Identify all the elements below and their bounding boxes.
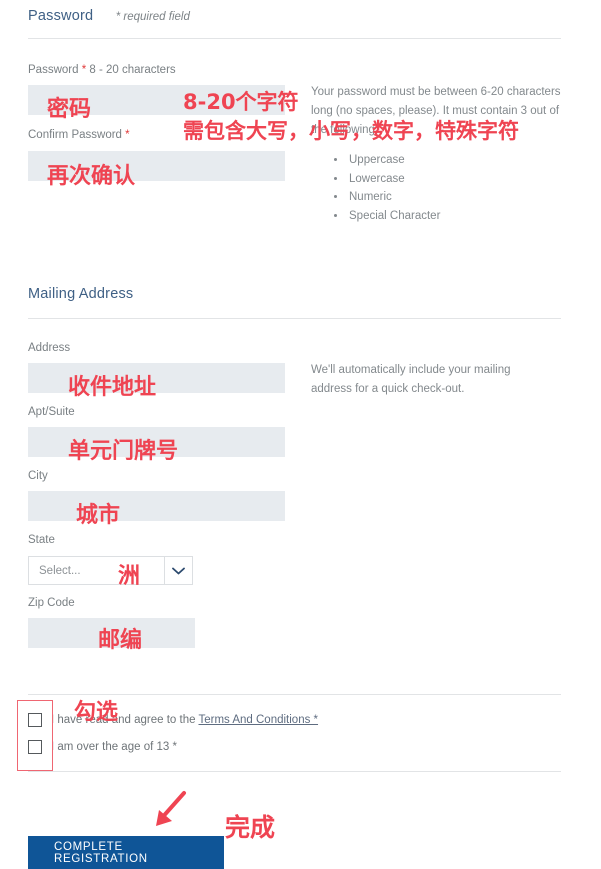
- terms-agreement-label: I have read and agree to the Terms And C…: [51, 714, 319, 726]
- agreements-bottom-divider: [28, 771, 561, 772]
- state-field-label: State: [28, 534, 55, 546]
- list-item: Special Character: [347, 207, 440, 226]
- confirm-password-input[interactable]: [28, 151, 285, 181]
- zip-code-input[interactable]: [28, 618, 195, 648]
- list-item: Lowercase: [347, 170, 440, 189]
- password-requirements-list: Uppercase Lowercase Numeric Special Char…: [331, 151, 440, 225]
- address-input[interactable]: [28, 363, 285, 393]
- zip-code-field-label: Zip Code: [28, 597, 75, 609]
- age-agreement-row[interactable]: I am over the age of 13 *: [28, 740, 177, 754]
- password-section-divider: [28, 38, 561, 39]
- mailing-address-section-header: Mailing Address: [28, 285, 561, 303]
- password-field-label: Password * 8 - 20 characters: [28, 64, 176, 76]
- mailing-address-section-divider: [28, 318, 561, 319]
- terms-checkbox[interactable]: [28, 713, 42, 727]
- terms-and-conditions-link[interactable]: Terms And Conditions *: [198, 714, 318, 726]
- state-select-value: Select...: [39, 564, 81, 577]
- list-item: Uppercase: [347, 151, 440, 170]
- age-agreement-label: I am over the age of 13 *: [51, 741, 177, 753]
- age-checkbox[interactable]: [28, 740, 42, 754]
- password-help-text: Your password must be between 6-20 chara…: [311, 86, 561, 136]
- chevron-down-icon[interactable]: [164, 557, 192, 584]
- required-field-note: * required field: [115, 11, 190, 23]
- mailing-address-help-text: We'll automatically include your mailing…: [311, 364, 511, 395]
- password-section-header: Password * required field: [28, 7, 561, 25]
- apt-suite-input[interactable]: [28, 427, 285, 457]
- state-select[interactable]: Select...: [28, 556, 193, 585]
- annotation-checkbox-highlight: [17, 700, 53, 771]
- password-section-title: Password: [28, 8, 94, 24]
- apt-suite-field-label: Apt/Suite: [28, 406, 75, 418]
- mailing-address-section-title: Mailing Address: [28, 286, 134, 302]
- annotation-arrow-to-submit: [156, 791, 186, 826]
- list-item: Numeric: [347, 188, 440, 207]
- address-field-label: Address: [28, 342, 71, 354]
- terms-agreement-row[interactable]: I have read and agree to the Terms And C…: [28, 713, 318, 727]
- city-input[interactable]: [28, 491, 285, 521]
- confirm-password-field-label: Confirm Password *: [28, 129, 130, 141]
- city-field-label: City: [28, 470, 48, 482]
- agreements-top-divider: [28, 694, 561, 695]
- annotation-submit: 完成: [225, 813, 276, 842]
- password-input[interactable]: [28, 85, 285, 115]
- complete-registration-button[interactable]: COMPLETE REGISTRATION: [28, 836, 224, 869]
